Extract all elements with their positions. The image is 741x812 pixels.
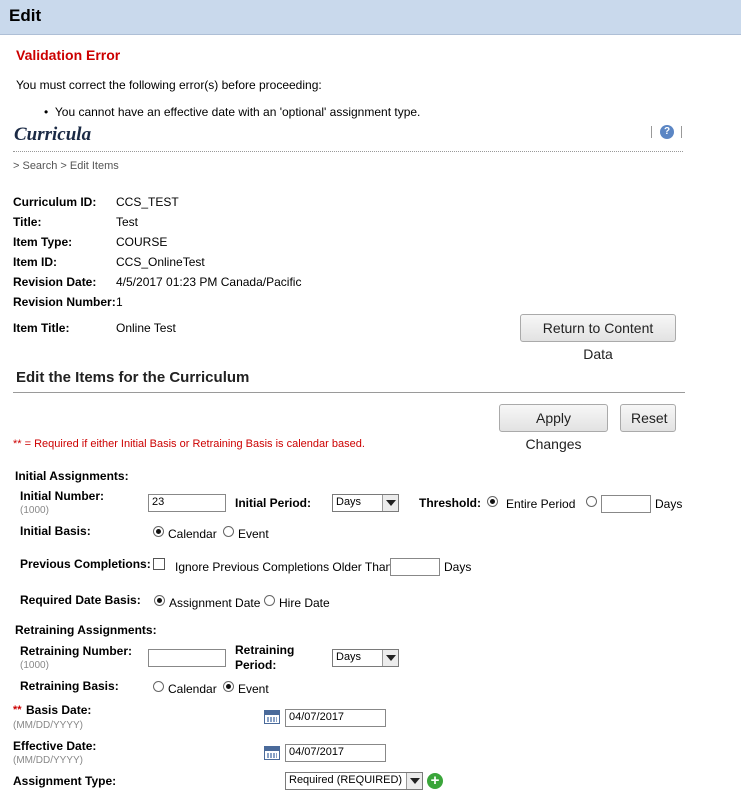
- initial-basis-event-label: Event: [238, 527, 269, 541]
- required-date-basis-label: Required Date Basis:: [20, 593, 141, 607]
- return-to-content-data-button[interactable]: Return to Content Data: [520, 314, 676, 362]
- validation-message: You must correct the following error(s) …: [16, 78, 322, 92]
- bullet: •: [44, 105, 55, 119]
- detail-value: Online Test: [116, 321, 176, 335]
- header-divider: [13, 151, 683, 152]
- initial-number-hint: (1000): [20, 505, 49, 516]
- validation-error-item: • You cannot have an effective date with…: [44, 105, 420, 119]
- initial-number-input[interactable]: 23: [148, 494, 226, 512]
- threshold-days-radio[interactable]: [586, 496, 597, 507]
- initial-period-label: Initial Period:: [235, 496, 312, 510]
- initial-period-value: Days: [336, 496, 362, 508]
- detail-label: Revision Date:: [13, 275, 97, 289]
- hire-date-radio[interactable]: [264, 595, 275, 606]
- assignment-type-value: Required (REQUIRED): [289, 774, 403, 786]
- divider: [651, 126, 652, 138]
- retraining-number-hint: (1000): [20, 660, 49, 671]
- initial-period-select[interactable]: Days: [332, 494, 399, 512]
- window-titlebar: Edit: [0, 0, 741, 35]
- basis-date-label: Basis Date:: [26, 703, 92, 717]
- detail-label: Item Type:: [13, 235, 73, 249]
- initial-basis-label: Initial Basis:: [20, 524, 91, 538]
- add-icon[interactable]: +: [427, 773, 443, 789]
- chevron-down-icon: [406, 773, 422, 789]
- section-title: Edit the Items for the Curriculum: [16, 369, 250, 386]
- retraining-basis-calendar-label: Calendar: [168, 682, 217, 696]
- threshold-label: Threshold:: [419, 496, 481, 510]
- help-icon[interactable]: ?: [660, 125, 674, 139]
- retraining-basis-label: Retraining Basis:: [20, 679, 119, 693]
- window-title: Edit: [9, 6, 42, 25]
- detail-value: CCS_TEST: [116, 195, 179, 209]
- assignment-type-label: Assignment Type:: [13, 774, 117, 788]
- detail-label: Curriculum ID:: [13, 195, 97, 209]
- calendar-icon[interactable]: [264, 746, 280, 760]
- retraining-basis-event-radio[interactable]: [223, 681, 234, 692]
- threshold-days-unit: Days: [655, 497, 683, 511]
- retraining-basis-event-label: Event: [238, 682, 269, 696]
- effective-date-input[interactable]: 04/07/2017: [285, 744, 386, 762]
- required-note: ** = Required if either Initial Basis or…: [13, 438, 365, 450]
- detail-value: CCS_OnlineTest: [116, 255, 205, 269]
- breadcrumb[interactable]: > Search > Edit Items: [13, 160, 119, 172]
- detail-value: 4/5/2017 01:23 PM Canada/Pacific: [116, 275, 302, 289]
- detail-value: 1: [116, 295, 123, 309]
- retraining-number-input[interactable]: [148, 649, 226, 667]
- effective-date-label: Effective Date:: [13, 739, 97, 753]
- validation-error-title: Validation Error: [16, 47, 121, 63]
- retraining-period-value: Days: [336, 651, 362, 663]
- detail-value: Test: [116, 215, 139, 229]
- required-marker: **: [13, 704, 22, 716]
- divider: [681, 126, 682, 138]
- ignore-previous-checkbox[interactable]: [153, 558, 165, 570]
- retraining-number-label: Retraining Number:: [20, 644, 133, 658]
- hire-date-label: Hire Date: [279, 596, 330, 610]
- basis-date-hint: (MM/DD/YYYY): [13, 720, 83, 731]
- threshold-days-input[interactable]: [601, 495, 651, 513]
- initial-basis-event-radio[interactable]: [223, 526, 234, 537]
- detail-label: Title:: [13, 215, 42, 229]
- retraining-basis-calendar-radio[interactable]: [153, 681, 164, 692]
- initial-assignments-heading: Initial Assignments:: [15, 469, 129, 483]
- previous-days-input[interactable]: [390, 558, 440, 576]
- initial-number-label: Initial Number:: [20, 489, 105, 503]
- threshold-entire-radio[interactable]: [487, 496, 498, 507]
- detail-value: COURSE: [116, 235, 168, 249]
- retraining-assignments-heading: Retraining Assignments:: [15, 623, 157, 637]
- effective-date-hint: (MM/DD/YYYY): [13, 755, 83, 766]
- detail-label: Item ID:: [13, 255, 58, 269]
- basis-date-input[interactable]: 04/07/2017: [285, 709, 386, 727]
- chevron-down-icon: [382, 650, 398, 666]
- reset-button[interactable]: Reset: [620, 404, 676, 432]
- apply-changes-button[interactable]: Apply Changes: [499, 404, 608, 452]
- chevron-down-icon: [382, 495, 398, 511]
- assignment-type-select[interactable]: Required (REQUIRED): [285, 772, 423, 790]
- retraining-period-label-2: Period:: [235, 658, 277, 672]
- calendar-icon[interactable]: [264, 710, 280, 724]
- previous-completions-label: Previous Completions:: [20, 557, 151, 571]
- ignore-previous-label: Ignore Previous Completions Older Than: [175, 560, 393, 574]
- previous-days-unit: Days: [444, 560, 472, 574]
- assignment-date-label: Assignment Date: [169, 596, 261, 610]
- section-divider: [13, 392, 685, 393]
- retraining-period-label: Retraining: [235, 643, 295, 657]
- detail-label: Revision Number:: [13, 295, 116, 309]
- detail-label: Item Title:: [13, 321, 70, 335]
- initial-basis-calendar-radio[interactable]: [153, 526, 164, 537]
- page-title: Curricula: [14, 124, 92, 145]
- initial-basis-calendar-label: Calendar: [168, 527, 217, 541]
- assignment-date-radio[interactable]: [154, 595, 165, 606]
- validation-error-text: You cannot have an effective date with a…: [54, 105, 421, 119]
- threshold-entire-label: Entire Period: [506, 497, 576, 511]
- retraining-period-select[interactable]: Days: [332, 649, 399, 667]
